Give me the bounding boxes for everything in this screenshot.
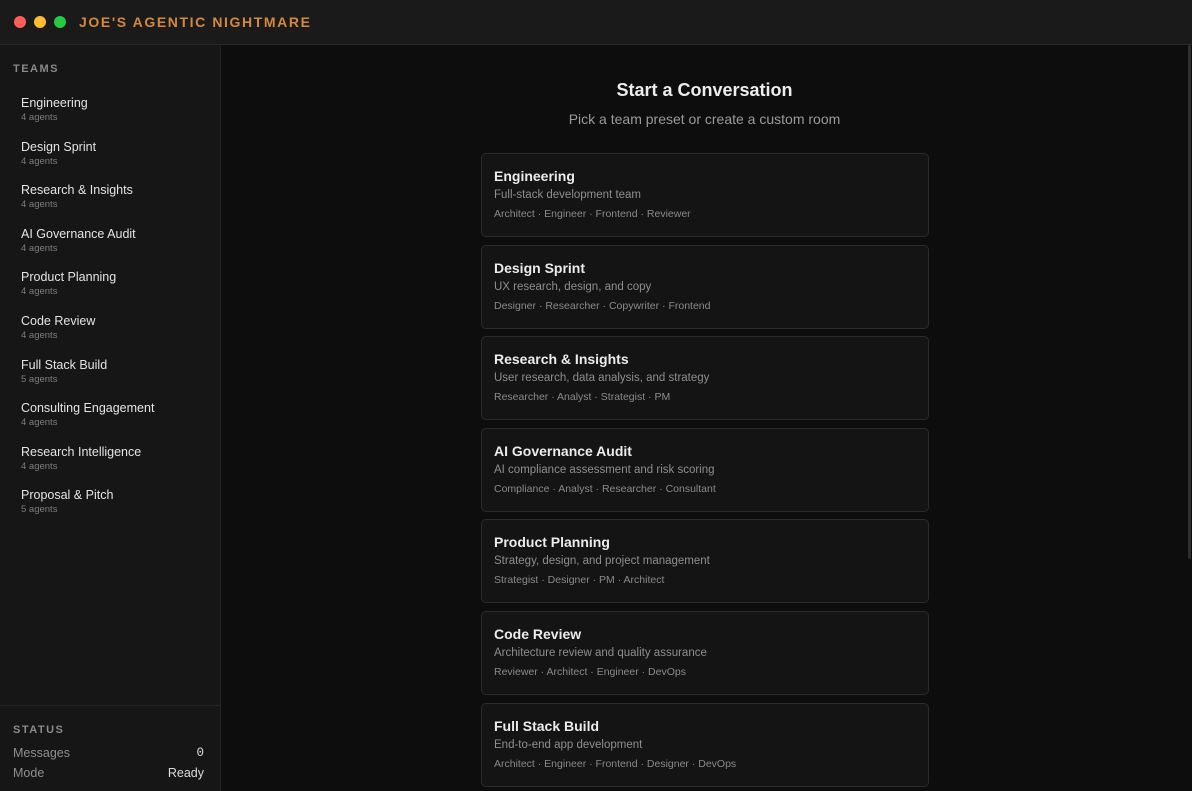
- team-agent-count: 4 agents: [21, 460, 58, 472]
- team-agent-count: 4 agents: [21, 155, 58, 167]
- main-content: Start a Conversation Pick a team preset …: [221, 45, 1192, 791]
- title-bar: JOE'S AGENTIC NIGHTMARE: [0, 0, 1192, 45]
- close-window-button[interactable]: [14, 16, 26, 28]
- team-name: Consulting Engagement: [21, 401, 155, 416]
- team-list: Engineering 4 agents Design Sprint 4 age…: [0, 91, 220, 527]
- card-roles: Compliance · Analyst · Researcher · Cons…: [494, 482, 716, 495]
- card-roles: Architect · Engineer · Frontend · Design…: [494, 757, 737, 770]
- card-description: AI compliance assessment and risk scorin…: [494, 463, 715, 476]
- status-mode-row: Mode Ready: [13, 766, 204, 780]
- card-title: AI Governance Audit: [494, 442, 632, 459]
- sidebar: TEAMS Engineering 4 agents Design Sprint…: [0, 45, 221, 791]
- team-name: AI Governance Audit: [21, 226, 136, 241]
- card-description: End-to-end app development: [494, 738, 643, 751]
- team-preset-list: Engineering Full-stack development team …: [481, 153, 929, 791]
- team-name: Code Review: [21, 313, 96, 328]
- window-controls: [14, 16, 74, 28]
- card-roles: Strategist · Designer · PM · Architect: [494, 574, 665, 587]
- card-roles: Designer · Researcher · Copywriter · Fro…: [494, 299, 711, 312]
- app-title: JOE'S AGENTIC NIGHTMARE: [79, 14, 312, 30]
- messages-label: Messages: [13, 746, 70, 760]
- mode-label: Mode: [13, 766, 45, 780]
- card-title: Engineering: [494, 168, 575, 184]
- preset-card-product-planning[interactable]: Product Planning Strategy, design, and p…: [481, 519, 929, 604]
- team-agent-count: 4 agents: [21, 199, 58, 211]
- messages-count: 0: [196, 746, 204, 760]
- team-name: Full Stack Build: [21, 357, 108, 372]
- preset-card-research-insights[interactable]: Research & Insights User research, data …: [481, 336, 929, 421]
- preset-card-design-sprint[interactable]: Design Sprint UX research, design, and c…: [481, 244, 929, 329]
- sidebar-item-full-stack-build[interactable]: Full Stack Build 5 agents: [0, 353, 220, 397]
- sidebar-item-research-intelligence[interactable]: Research Intelligence 4 agents: [0, 440, 220, 484]
- card-description: UX research, design, and copy: [494, 280, 652, 293]
- maximize-window-button[interactable]: [54, 16, 66, 28]
- card-title: Code Review: [494, 625, 582, 642]
- app-window: JOE'S AGENTIC NIGHTMARE TEAMS Engineerin…: [0, 0, 1192, 791]
- team-agent-count: 4 agents: [21, 112, 58, 123]
- card-title: Design Sprint: [494, 259, 586, 276]
- page-subtitle: Pick a team preset or create a custom ro…: [568, 111, 841, 127]
- preset-card-full-stack-build[interactable]: Full Stack Build End-to-end app developm…: [481, 702, 929, 787]
- sidebar-item-product-planning[interactable]: Product Planning 4 agents: [0, 265, 220, 309]
- main-scrollbar[interactable]: [1188, 45, 1191, 559]
- sidebar-item-engineering[interactable]: Engineering 4 agents: [0, 91, 220, 135]
- team-agent-count: 4 agents: [21, 286, 58, 298]
- card-title: Full Stack Build: [494, 717, 600, 734]
- card-roles: Reviewer · Architect · Engineer · DevOps: [494, 665, 686, 678]
- team-name: Product Planning: [21, 270, 117, 285]
- teams-heading: TEAMS: [13, 63, 59, 75]
- minimize-window-button[interactable]: [34, 16, 46, 28]
- team-name: Engineering: [21, 96, 88, 110]
- status-messages-row: Messages 0: [13, 746, 204, 760]
- card-description: Strategy, design, and project management: [494, 555, 710, 568]
- sidebar-item-consulting-engagement[interactable]: Consulting Engagement 4 agents: [0, 396, 220, 440]
- card-description: Full-stack development team: [494, 189, 642, 201]
- team-name: Research & Insights: [21, 183, 133, 198]
- preset-card-ai-governance-audit[interactable]: AI Governance Audit AI compliance assess…: [481, 427, 929, 512]
- team-agent-count: 4 agents: [21, 242, 58, 254]
- card-description: User research, data analysis, and strate…: [494, 372, 710, 385]
- card-description: Architecture review and quality assuranc…: [494, 646, 707, 659]
- team-name: Design Sprint: [21, 139, 97, 154]
- preset-card-code-review[interactable]: Code Review Architecture review and qual…: [481, 610, 929, 695]
- card-title: Product Planning: [494, 534, 610, 551]
- card-roles: Researcher · Analyst · Strategist · PM: [494, 391, 671, 404]
- team-name: Proposal & Pitch: [21, 488, 114, 503]
- mode-value: Ready: [167, 766, 204, 780]
- sidebar-item-proposal-pitch[interactable]: Proposal & Pitch 5 agents: [0, 483, 220, 527]
- team-agent-count: 5 agents: [21, 373, 58, 385]
- status-panel: STATUS Messages 0 Mode Ready: [0, 705, 220, 791]
- sidebar-item-code-review[interactable]: Code Review 4 agents: [0, 309, 220, 353]
- preset-card-engineering[interactable]: Engineering Full-stack development team …: [481, 153, 929, 237]
- card-roles: Architect · Engineer · Frontend · Review…: [494, 208, 691, 220]
- sidebar-item-ai-governance-audit[interactable]: AI Governance Audit 4 agents: [0, 222, 220, 266]
- card-title: Research & Insights: [494, 351, 629, 368]
- team-agent-count: 4 agents: [21, 417, 58, 429]
- sidebar-item-research-insights[interactable]: Research & Insights 4 agents: [0, 178, 220, 222]
- team-agent-count: 4 agents: [21, 329, 58, 341]
- status-heading: STATUS: [13, 724, 65, 736]
- team-agent-count: 5 agents: [21, 504, 58, 516]
- sidebar-item-design-sprint[interactable]: Design Sprint 4 agents: [0, 135, 220, 179]
- team-name: Research Intelligence: [21, 444, 142, 459]
- page-title: Start a Conversation: [616, 80, 793, 100]
